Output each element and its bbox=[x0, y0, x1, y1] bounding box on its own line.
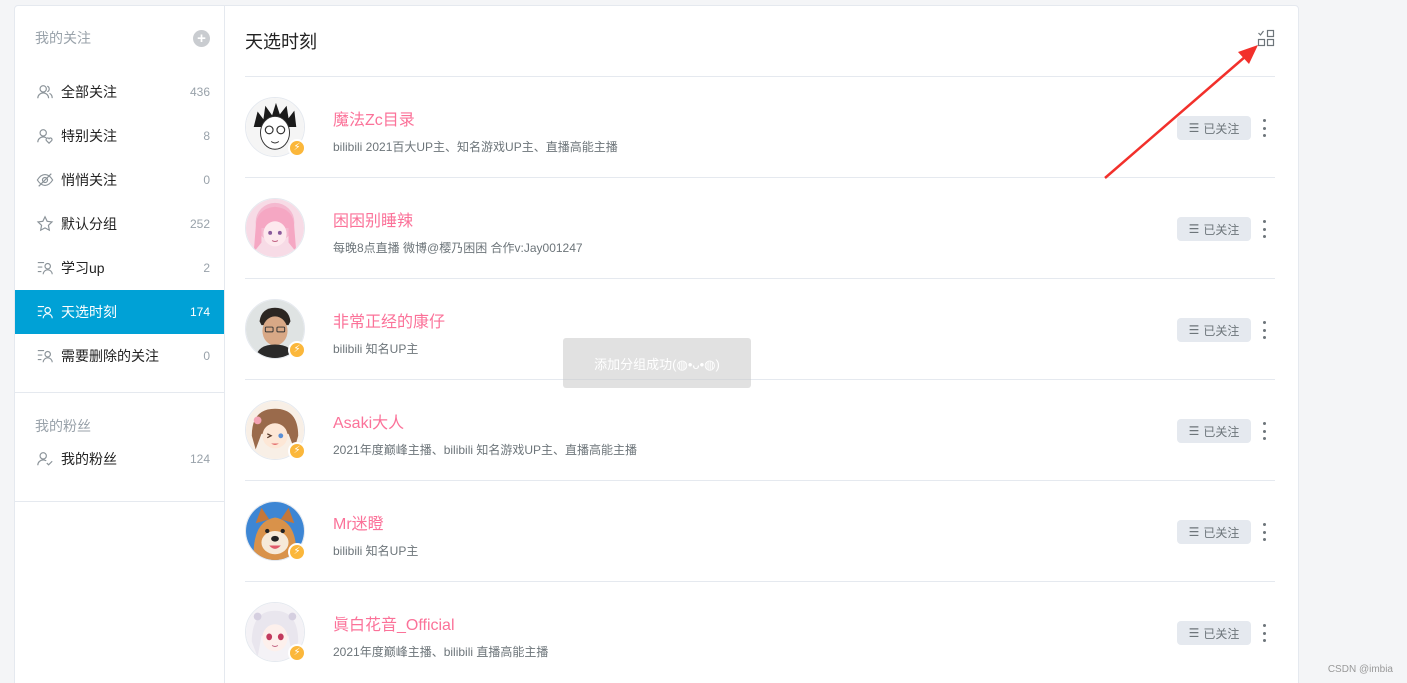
list-item: ⚡ 魔法Zc目录 bilibili 2021百大UP主、知名游戏UP主、直播高能… bbox=[245, 77, 1275, 178]
sidebar-item-default-group[interactable]: 默认分组 252 bbox=[15, 202, 224, 246]
add-group-icon[interactable]: + bbox=[193, 29, 210, 47]
list-user-icon bbox=[35, 258, 55, 278]
page-title: 天选时刻 bbox=[245, 32, 317, 52]
user-desc: 每晚8点直播 微博@樱乃困困 合作v:Jay001247 bbox=[333, 241, 583, 255]
user-name[interactable]: Asaki大人 bbox=[333, 409, 404, 433]
sidebar-item-fans[interactable]: 我的粉丝 124 bbox=[15, 437, 224, 481]
user-desc: bilibili 2021百大UP主、知名游戏UP主、直播高能主播 bbox=[333, 140, 618, 154]
user-list: ⚡ 魔法Zc目录 bilibili 2021百大UP主、知名游戏UP主、直播高能… bbox=[245, 77, 1275, 683]
user-desc: 2021年度巅峰主播、bilibili 直播高能主播 bbox=[333, 645, 549, 659]
more-options-icon[interactable] bbox=[1261, 220, 1267, 238]
sidebar-item-tianxuan[interactable]: 天选时刻 174 bbox=[15, 290, 224, 334]
user-name[interactable]: 魔法Zc目录 bbox=[333, 106, 415, 130]
more-options-icon[interactable] bbox=[1261, 119, 1267, 137]
sidebar: 我的关注 + 全部关注 436 特别关注 8 悄悄关注 0 默认分组 252 学… bbox=[15, 6, 225, 683]
verified-badge-icon: ⚡ bbox=[288, 139, 306, 157]
list-user-icon bbox=[35, 302, 55, 322]
avatar[interactable] bbox=[245, 198, 305, 258]
menu-lines-icon: ☰ bbox=[1188, 424, 1200, 438]
verified-badge-icon: ⚡ bbox=[288, 341, 306, 359]
user-name[interactable]: 困困别睡辣 bbox=[333, 207, 413, 231]
watermark: CSDN @imbia bbox=[1327, 664, 1393, 675]
users-icon bbox=[35, 82, 55, 102]
menu-lines-icon: ☰ bbox=[1188, 121, 1200, 135]
menu-lines-icon: ☰ bbox=[1188, 222, 1200, 236]
followed-button[interactable]: ☰ 已关注 bbox=[1177, 217, 1251, 241]
verified-badge-icon: ⚡ bbox=[288, 644, 306, 662]
list-item: ⚡ Asaki大人 2021年度巅峰主播、bilibili 知名游戏UP主、直播… bbox=[245, 380, 1275, 481]
list-item: ⚡ 非常正经的康仔 bilibili 知名UP主 ☰ 已关注 bbox=[245, 279, 1275, 380]
user-desc: bilibili 知名UP主 bbox=[333, 342, 419, 356]
verified-badge-icon: ⚡ bbox=[288, 442, 306, 460]
menu-lines-icon: ☰ bbox=[1188, 323, 1200, 337]
verified-badge-icon: ⚡ bbox=[288, 543, 306, 561]
following-title: 我的关注 bbox=[35, 30, 91, 46]
followed-button[interactable]: ☰ 已关注 bbox=[1177, 621, 1251, 645]
more-options-icon[interactable] bbox=[1261, 624, 1267, 642]
user-desc: bilibili 知名UP主 bbox=[333, 544, 419, 558]
followed-button[interactable]: ☰ 已关注 bbox=[1177, 116, 1251, 140]
followed-button[interactable]: ☰ 已关注 bbox=[1177, 419, 1251, 443]
list-item: ⚡ Mr迷瞪 bilibili 知名UP主 ☰ 已关注 bbox=[245, 481, 1275, 582]
user-name[interactable]: 眞白花音_Official bbox=[333, 611, 455, 635]
user-name[interactable]: Mr迷瞪 bbox=[333, 510, 384, 534]
main-header: 天选时刻 bbox=[245, 6, 1275, 77]
more-options-icon[interactable] bbox=[1261, 422, 1267, 440]
main-content: 天选时刻 ⚡ 魔法Zc目录 bilibili 2021百大UP主、知名游戏UP主… bbox=[245, 6, 1275, 683]
list-user-icon bbox=[35, 346, 55, 366]
sidebar-item-special[interactable]: 特别关注 8 bbox=[15, 114, 224, 158]
more-options-icon[interactable] bbox=[1261, 523, 1267, 541]
list-item: 困困别睡辣 每晚8点直播 微博@樱乃困困 合作v:Jay001247 ☰ 已关注 bbox=[245, 178, 1275, 279]
user-check-icon bbox=[35, 449, 55, 469]
fans-title: 我的粉丝 bbox=[35, 418, 91, 434]
user-name[interactable]: 非常正经的康仔 bbox=[333, 308, 445, 332]
batch-manage-icon[interactable] bbox=[1257, 29, 1275, 52]
sidebar-item-quiet[interactable]: 悄悄关注 0 bbox=[15, 158, 224, 202]
followed-button[interactable]: ☰ 已关注 bbox=[1177, 520, 1251, 544]
menu-lines-icon: ☰ bbox=[1188, 525, 1200, 539]
star-icon bbox=[35, 214, 55, 234]
toast-message: 添加分组成功(◍•ᴗ•◍) bbox=[563, 338, 751, 388]
heart-user-icon bbox=[35, 126, 55, 146]
followed-button[interactable]: ☰ 已关注 bbox=[1177, 318, 1251, 342]
menu-lines-icon: ☰ bbox=[1188, 626, 1200, 640]
sidebar-divider bbox=[15, 501, 224, 502]
sidebar-item-to-delete[interactable]: 需要删除的关注 0 bbox=[15, 334, 224, 378]
more-options-icon[interactable] bbox=[1261, 321, 1267, 339]
following-header: 我的关注 + bbox=[15, 6, 224, 70]
sidebar-item-study-up[interactable]: 学习up 2 bbox=[15, 246, 224, 290]
eye-slash-icon bbox=[35, 170, 55, 190]
user-desc: 2021年度巅峰主播、bilibili 知名游戏UP主、直播高能主播 bbox=[333, 443, 638, 457]
list-item: ⚡ 眞白花音_Official 2021年度巅峰主播、bilibili 直播高能… bbox=[245, 582, 1275, 683]
sidebar-item-all[interactable]: 全部关注 436 bbox=[15, 70, 224, 114]
